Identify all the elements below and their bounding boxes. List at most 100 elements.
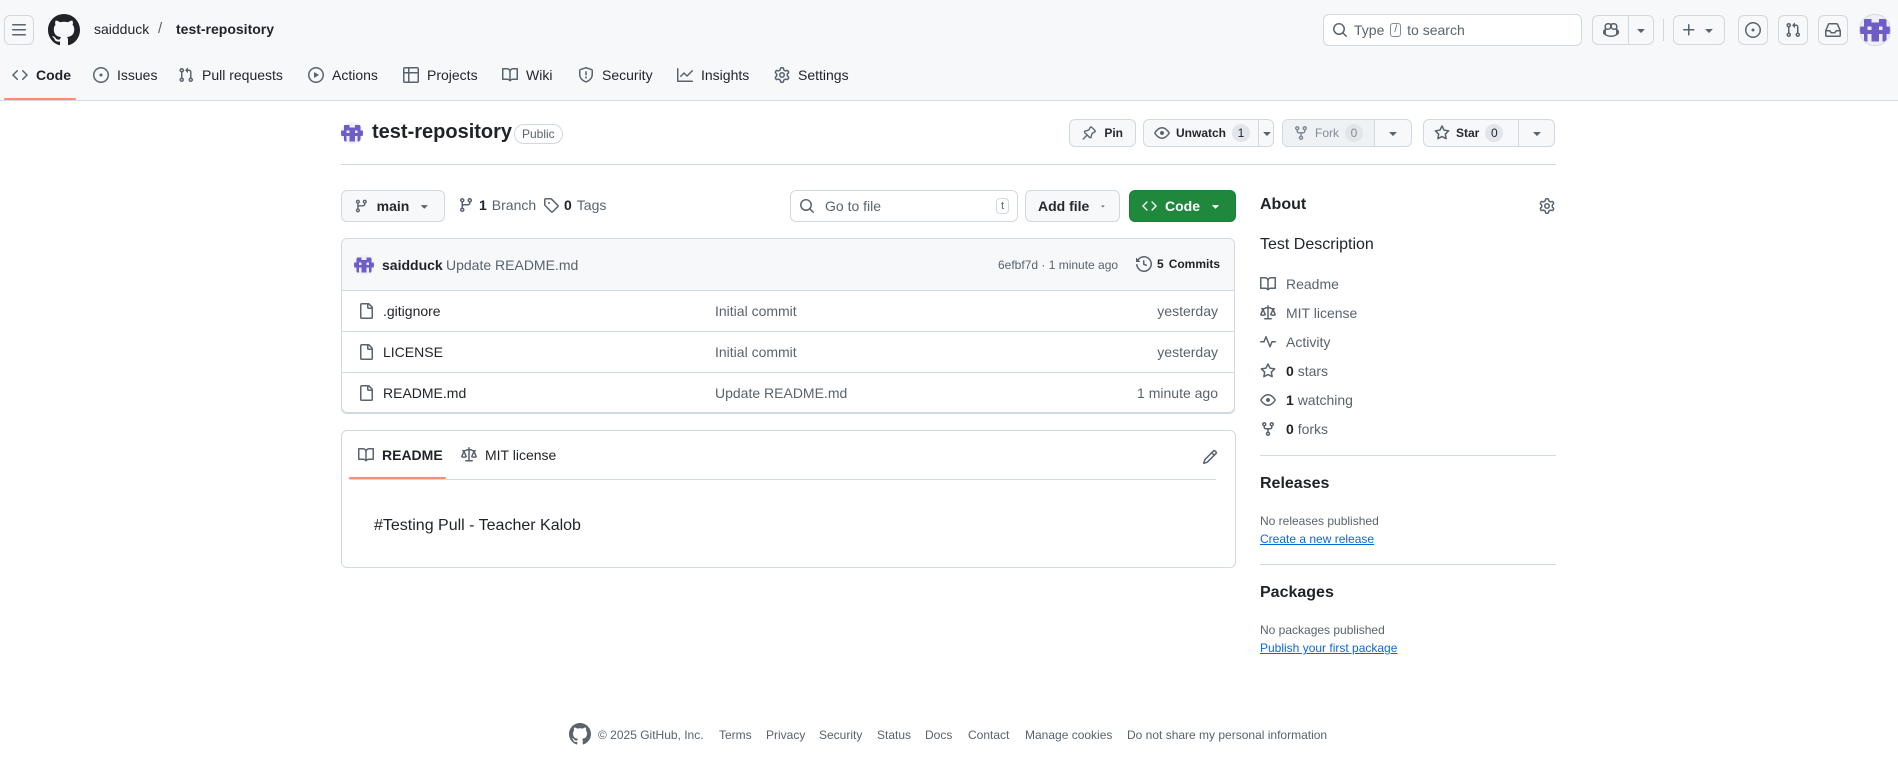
footer-link-contact[interactable]: Contact — [968, 728, 1009, 742]
code-button-label: Code — [1165, 198, 1200, 214]
stars-link[interactable]: 0 stars — [1260, 361, 1328, 381]
fork-button[interactable]: Fork 0 — [1283, 120, 1375, 146]
releases-heading[interactable]: Releases — [1260, 475, 1329, 493]
file-name[interactable]: .gitignore — [383, 303, 441, 319]
tab-readme[interactable]: README — [358, 447, 443, 463]
fork-button-group[interactable]: Fork 0 — [1282, 119, 1412, 147]
about-settings-button[interactable] — [1538, 197, 1556, 215]
footer-github-logo-icon[interactable] — [569, 723, 591, 745]
tab-actions[interactable]: Actions — [308, 64, 378, 86]
commit-sha-time[interactable]: 6efbf7d · 1 minute ago — [998, 258, 1118, 272]
file-commit-message[interactable]: Initial commit — [715, 344, 797, 360]
commits-link[interactable]: 5 Commits — [1136, 256, 1220, 272]
tag-icon — [544, 198, 559, 213]
star-button[interactable]: Star 0 — [1424, 120, 1519, 146]
user-avatar[interactable] — [1859, 14, 1891, 46]
branch-label: Branch — [491, 197, 537, 213]
readme-link[interactable]: Readme — [1260, 274, 1339, 294]
file-commit-message[interactable]: Initial commit — [715, 303, 797, 319]
file-date: 1 minute ago — [1137, 385, 1218, 401]
file-row[interactable]: .gitignore Initial commit yesterday — [341, 290, 1235, 331]
branches-link[interactable]: 1 Branch — [458, 197, 536, 213]
packages-heading[interactable]: Packages — [1260, 584, 1334, 602]
star-dropdown-button[interactable] — [1519, 120, 1554, 146]
commit-message[interactable]: Update README.md — [446, 257, 578, 273]
tab-insights[interactable]: Insights — [677, 64, 749, 86]
file-date: yesterday — [1157, 303, 1218, 319]
commit-author[interactable]: saidduck — [382, 257, 443, 273]
hamburger-menu-button[interactable] — [4, 15, 34, 45]
watching-link[interactable]: 1 watching — [1260, 390, 1353, 410]
readme-link-label: Readme — [1286, 276, 1339, 292]
add-file-button[interactable]: Add file — [1025, 190, 1120, 222]
tab-code[interactable]: Code — [12, 64, 71, 86]
triangle-down-icon — [1212, 205, 1219, 209]
star-button-group[interactable]: Star 0 — [1423, 119, 1555, 147]
footer-link-terms[interactable]: Terms — [719, 728, 752, 742]
file-row[interactable]: LICENSE Initial commit yesterday — [341, 331, 1235, 372]
tab-projects[interactable]: Projects — [403, 64, 478, 86]
edit-readme-button[interactable] — [1198, 445, 1222, 469]
search-icon — [800, 199, 815, 214]
git-branch-icon — [459, 198, 472, 213]
header-divider — [1663, 19, 1664, 41]
file-name[interactable]: README.md — [383, 385, 466, 401]
license-link[interactable]: MIT license — [1260, 303, 1357, 323]
tab-settings[interactable]: Settings — [774, 64, 849, 86]
star-label: Star — [1456, 126, 1480, 140]
tab-pull-requests[interactable]: Pull requests — [178, 64, 283, 86]
search-icon — [1333, 23, 1348, 38]
branch-name: main — [376, 198, 410, 214]
forks-link[interactable]: 0 forks — [1260, 419, 1328, 439]
go-to-file-shortcut: t — [995, 198, 1009, 214]
watch-dropdown-button[interactable] — [1259, 120, 1275, 146]
file-commit-message[interactable]: Update README.md — [715, 385, 847, 401]
copilot-icon[interactable] — [1593, 16, 1629, 44]
footer-link-manage-cookies[interactable]: Manage cookies — [1025, 728, 1112, 742]
code-dropdown-button[interactable]: Code — [1129, 190, 1236, 222]
activity-link[interactable]: Activity — [1260, 332, 1330, 352]
search-input[interactable]: Type / to search — [1323, 14, 1582, 46]
branch-select-button[interactable]: main — [341, 190, 445, 222]
go-to-file-input[interactable]: Go to file t — [790, 190, 1018, 222]
footer-link-docs[interactable]: Docs — [925, 728, 952, 742]
visibility-badge: Public — [514, 124, 563, 144]
tab-issues[interactable]: Issues — [93, 64, 157, 86]
repo-link[interactable]: test-repository — [176, 21, 274, 37]
fork-counter: 0 — [1345, 124, 1363, 142]
code-icon — [1142, 201, 1157, 211]
issues-button[interactable] — [1738, 15, 1768, 45]
owner-link[interactable]: saidduck — [94, 21, 149, 37]
triangle-down-icon — [1532, 132, 1541, 136]
create-new-button[interactable] — [1673, 15, 1725, 45]
commit-author-avatar[interactable] — [354, 255, 374, 275]
tags-link[interactable]: 0 Tags — [543, 197, 606, 213]
tab-wiki[interactable]: Wiki — [502, 64, 552, 86]
publish-package-link[interactable]: Publish your first package — [1260, 641, 1397, 655]
unwatch-button[interactable]: Unwatch 1 — [1144, 120, 1260, 146]
repo-title[interactable]: test-repository — [372, 121, 512, 144]
inbox-button[interactable] — [1818, 15, 1848, 45]
tab-security[interactable]: Security — [578, 64, 653, 86]
pull-requests-button[interactable] — [1778, 15, 1808, 45]
pin-button[interactable]: Pin — [1069, 119, 1136, 147]
active-tab-underline — [4, 98, 76, 100]
copilot-dropdown-button[interactable] — [1629, 16, 1653, 44]
github-logo-icon[interactable] — [48, 14, 80, 46]
watch-button-group[interactable]: Unwatch 1 — [1143, 119, 1274, 147]
tab-license[interactable]: MIT license — [461, 447, 556, 463]
tab-actions-label: Actions — [332, 67, 378, 83]
file-row[interactable]: README.md Update README.md 1 minute ago — [341, 372, 1235, 413]
readme-divider — [349, 479, 1216, 480]
file-icon — [360, 344, 373, 360]
copilot-button-group[interactable] — [1592, 15, 1654, 45]
footer-link-privacy[interactable]: Privacy — [766, 728, 805, 742]
create-release-link[interactable]: Create a new release — [1260, 532, 1374, 546]
star-icon — [1434, 125, 1450, 140]
footer-link-status[interactable]: Status — [877, 728, 911, 742]
footer-link-do-not-share[interactable]: Do not share my personal information — [1127, 728, 1327, 742]
footer-link-security[interactable]: Security — [819, 728, 862, 742]
file-name[interactable]: LICENSE — [383, 344, 443, 360]
book-icon — [1260, 276, 1276, 291]
fork-dropdown-button[interactable] — [1375, 120, 1411, 146]
